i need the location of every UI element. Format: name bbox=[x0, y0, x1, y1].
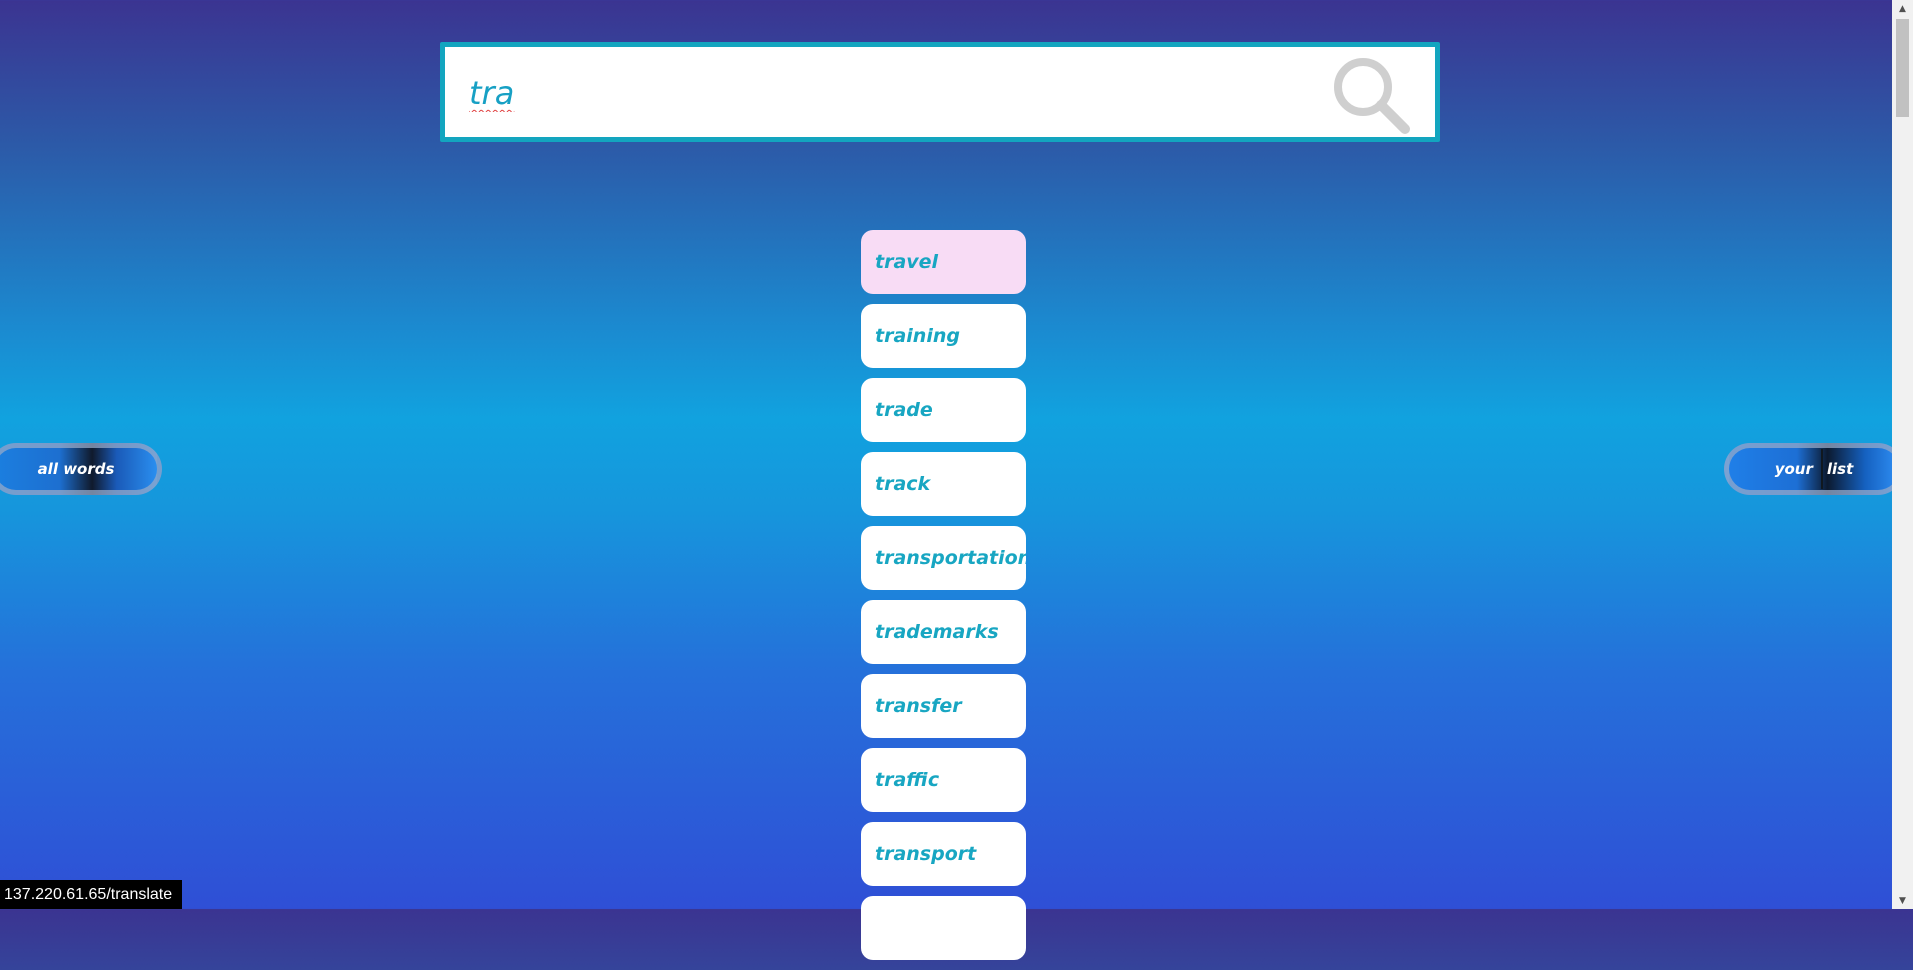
your-list-label-1: your bbox=[1774, 460, 1813, 478]
suggestion-item-training[interactable]: training bbox=[861, 304, 1026, 368]
suggestion-item-transport[interactable]: transport bbox=[861, 822, 1026, 886]
vertical-scrollbar[interactable]: ▲ ▼ bbox=[1892, 0, 1913, 909]
suggestion-item-trademarks[interactable]: trademarks bbox=[861, 600, 1026, 664]
suggestion-item-trade[interactable]: trade bbox=[861, 378, 1026, 442]
scroll-up-icon[interactable]: ▲ bbox=[1892, 0, 1913, 17]
button-divider bbox=[1820, 449, 1823, 489]
your-list-label-2: list bbox=[1826, 460, 1854, 478]
suggestion-list: travel training trade track transportati… bbox=[861, 230, 1026, 970]
search-box bbox=[440, 42, 1440, 142]
all-words-button[interactable]: all words bbox=[0, 443, 162, 495]
suggestion-item-traffic[interactable]: traffic bbox=[861, 748, 1026, 812]
suggestion-item-transportation[interactable]: transportation bbox=[861, 526, 1026, 590]
status-url-text: 137.220.61.65/translate bbox=[4, 885, 173, 903]
magnifier-icon[interactable] bbox=[1329, 53, 1415, 139]
your-list-button[interactable]: your list bbox=[1724, 443, 1904, 495]
scroll-down-icon[interactable]: ▼ bbox=[1892, 892, 1913, 909]
suggestion-item-track[interactable]: track bbox=[861, 452, 1026, 516]
scroll-thumb[interactable] bbox=[1896, 19, 1909, 117]
suggestion-item-partial[interactable] bbox=[861, 896, 1026, 960]
suggestion-item-travel[interactable]: travel bbox=[861, 230, 1026, 294]
all-words-label: all words bbox=[37, 460, 115, 478]
search-input[interactable] bbox=[467, 67, 1271, 119]
status-bar-url: 137.220.61.65/translate bbox=[0, 880, 183, 909]
suggestion-item-transfer[interactable]: transfer bbox=[861, 674, 1026, 738]
